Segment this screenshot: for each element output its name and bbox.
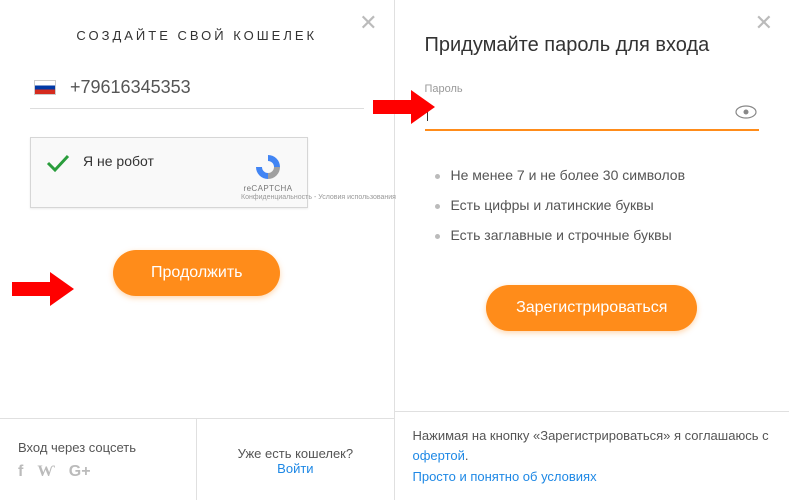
eye-icon[interactable] (735, 105, 757, 119)
vk-icon[interactable]: Ⱳ (37, 463, 54, 481)
password-requirements: Не менее 7 и не более 30 символов Есть ц… (425, 167, 760, 243)
facebook-icon[interactable]: f (18, 463, 23, 481)
instruction-arrow-icon (373, 90, 435, 124)
phone-field[interactable]: +79616345353 (30, 77, 364, 109)
requirement-item: Есть заглавные и строчные буквы (435, 227, 760, 243)
close-icon[interactable]: ✕ (359, 12, 377, 34)
password-input[interactable] (428, 101, 736, 123)
terms-link[interactable]: Просто и понятно об условиях (413, 467, 772, 488)
recaptcha-badge: reCAPTCHA Конфиденциальность - Условия и… (241, 152, 295, 201)
existing-wallet-cell: Уже есть кошелек? Войти (197, 419, 393, 500)
password-field-label: Пароль (425, 83, 760, 95)
login-link[interactable]: Войти (215, 461, 375, 476)
social-login-title: Вход через соцсеть (18, 440, 178, 455)
recaptcha-widget[interactable]: Я не робот reCAPTCHA Конфиденциальность … (30, 137, 308, 208)
password-title: Придумайте пароль для входа (425, 34, 760, 57)
social-login-cell: Вход через соцсеть f Ⱳ G+ (0, 419, 197, 500)
close-icon[interactable]: ✕ (755, 12, 773, 34)
phone-value: +79616345353 (70, 77, 191, 98)
terms-cell: Нажимая на кнопку «Зарегистрироваться» я… (395, 412, 789, 500)
google-plus-icon[interactable]: G+ (69, 463, 91, 481)
agree-text: Нажимая на кнопку «Зарегистрироваться» я… (413, 428, 769, 443)
requirement-item: Не менее 7 и не более 30 символов (435, 167, 760, 183)
flag-russia-icon (34, 80, 56, 95)
instruction-arrow-icon (12, 272, 74, 306)
create-wallet-title: СОЗДАЙТЕ СВОЙ КОШЕЛЕК (30, 28, 364, 43)
requirement-item: Есть цифры и латинские буквы (435, 197, 760, 213)
recaptcha-label: Я не робот (83, 152, 229, 169)
left-footer: Вход через соцсеть f Ⱳ G+ Уже есть кошел… (0, 418, 394, 500)
offer-link[interactable]: офертой (413, 448, 465, 463)
continue-button[interactable]: Продолжить (113, 250, 280, 296)
have-wallet-text: Уже есть кошелек? (215, 446, 375, 461)
recaptcha-icon (253, 152, 283, 182)
checkmark-icon (45, 152, 71, 174)
password-field[interactable] (425, 97, 760, 131)
register-button[interactable]: Зарегистрироваться (486, 285, 697, 331)
right-footer: Нажимая на кнопку «Зарегистрироваться» я… (395, 411, 789, 500)
